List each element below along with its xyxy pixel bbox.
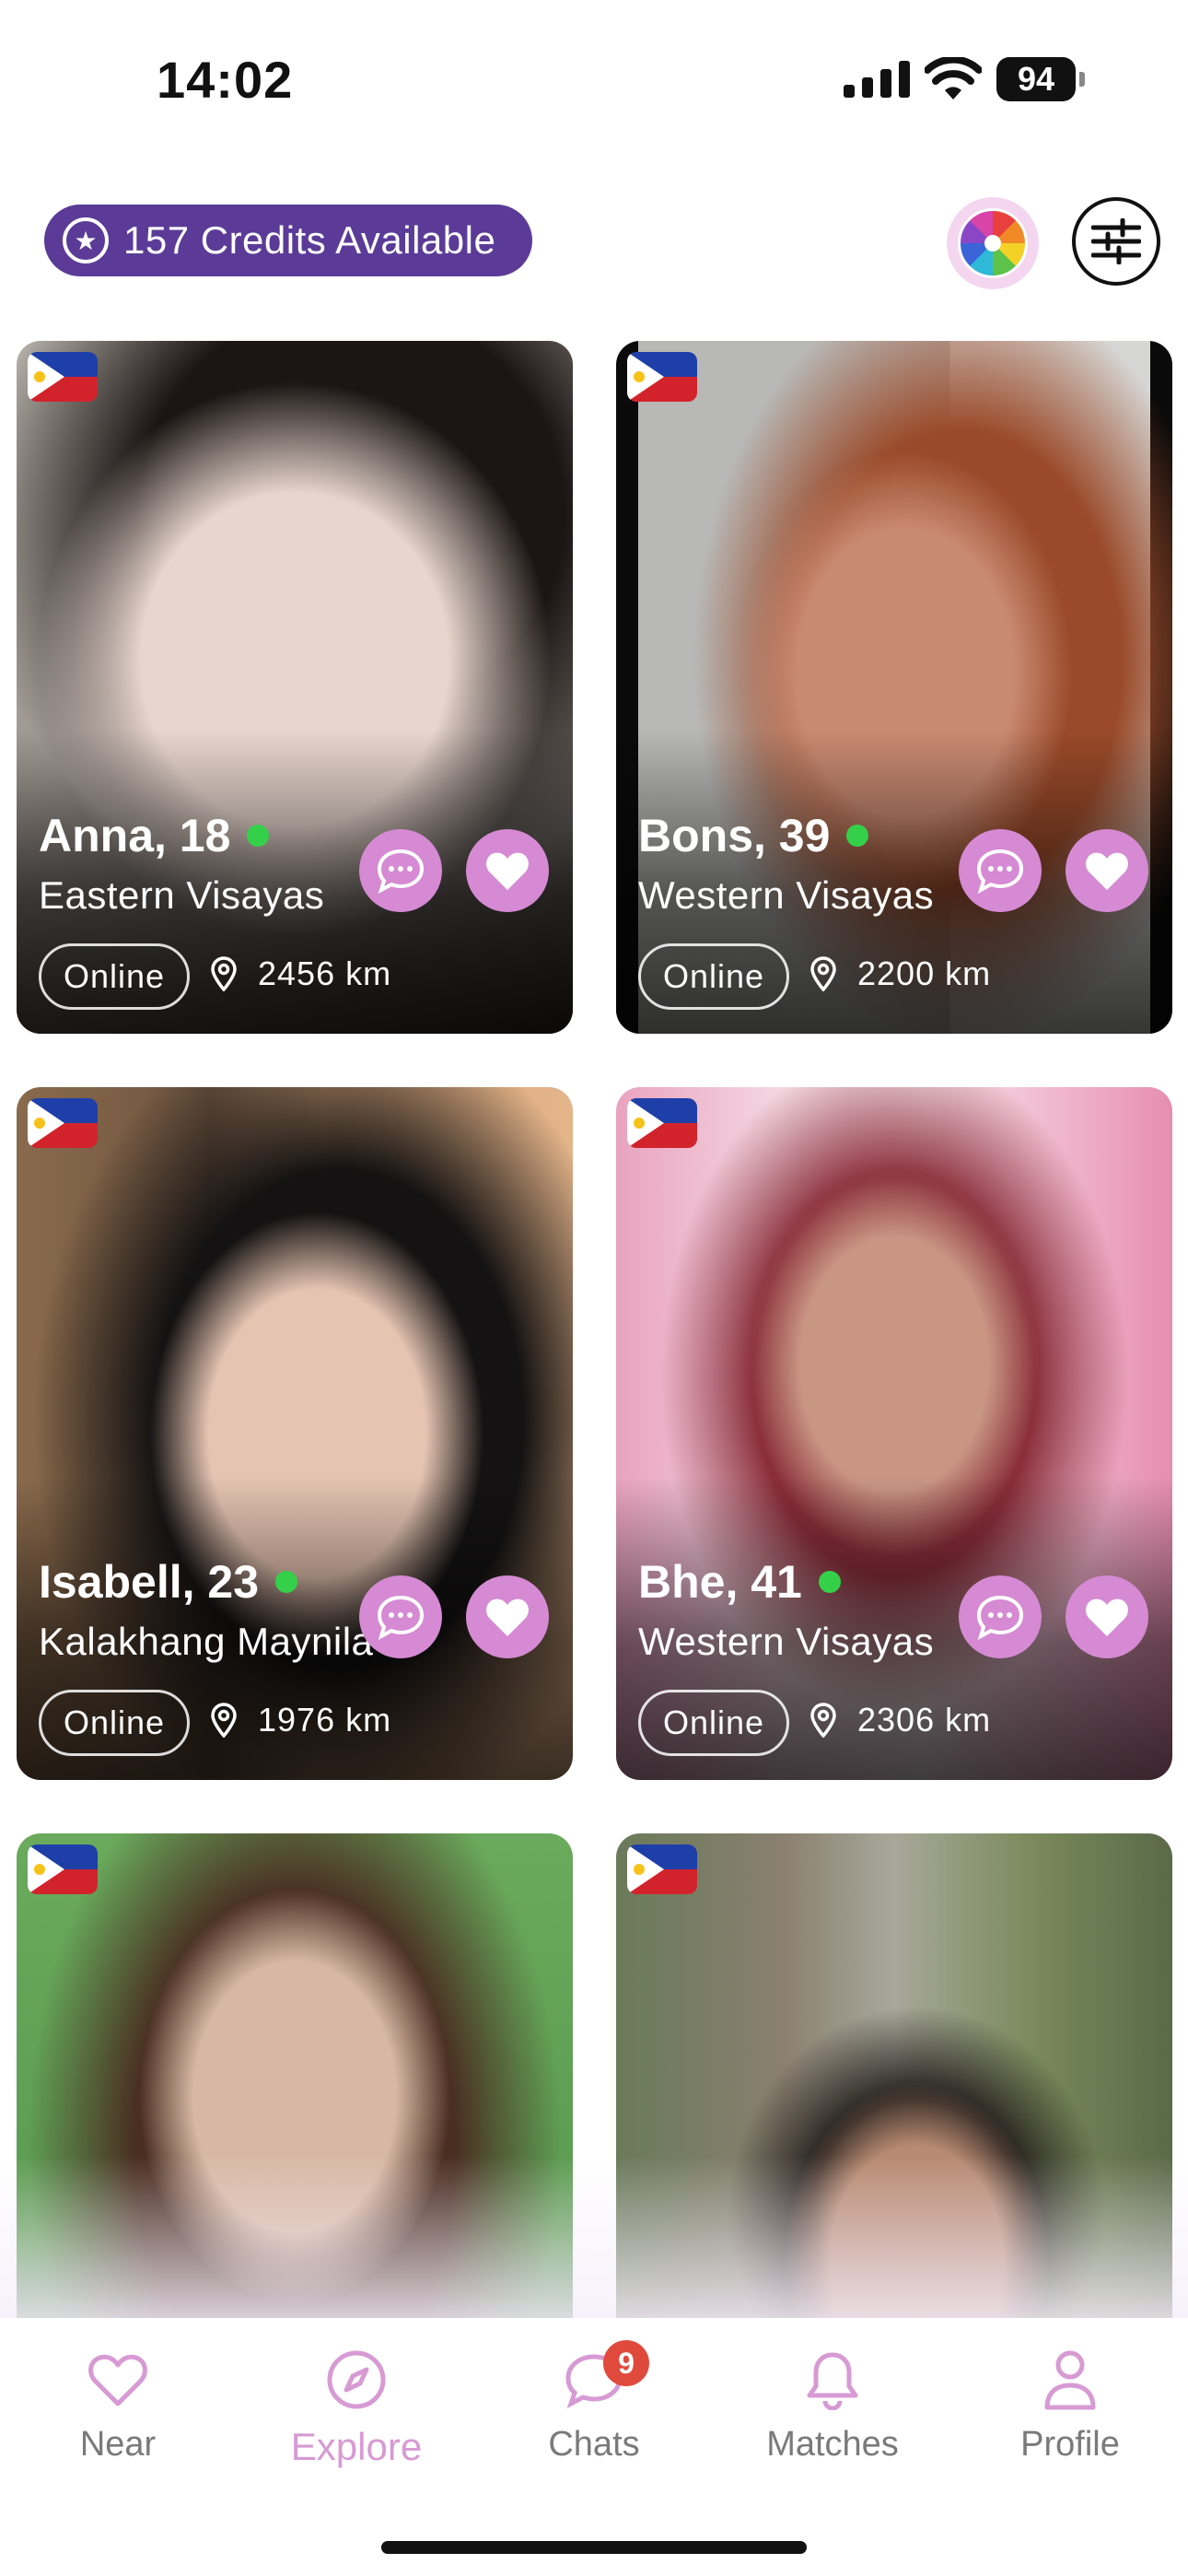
cellular-signal-icon [844, 61, 910, 98]
chat-button[interactable] [959, 1575, 1042, 1658]
sliders-icon [1091, 218, 1141, 264]
philippines-flag-icon [627, 352, 697, 402]
philippines-flag-icon [627, 1844, 697, 1894]
wifi-icon [925, 57, 982, 100]
profile-region: Western Visayas [638, 873, 935, 917]
battery-indicator: 94 [996, 57, 1085, 101]
compass-icon [327, 2350, 386, 2409]
online-status-badge: Online [638, 1690, 790, 1756]
profile-card[interactable]: Anna, 18 Eastern Visayas Online 2456 km [17, 341, 573, 1034]
distance-label: 2306 km [857, 1701, 992, 1739]
like-button[interactable] [1066, 829, 1148, 912]
tab-chats[interactable]: 9 Chats [493, 2340, 695, 2465]
online-dot [247, 825, 270, 847]
star-icon: ★ [63, 217, 109, 263]
online-status-badge: Online [638, 943, 790, 1010]
chat-button[interactable] [959, 829, 1042, 912]
philippines-flag-icon [28, 1844, 98, 1894]
philippines-flag-icon [28, 352, 98, 402]
unread-badge: 9 [603, 2340, 649, 2386]
like-button[interactable] [1066, 1575, 1148, 1658]
location-pin-icon [810, 1703, 836, 1738]
heart-icon [486, 852, 529, 890]
distance-label: 1976 km [258, 1701, 392, 1739]
philippines-flag-icon [28, 1098, 98, 1148]
spin-wheel-button[interactable] [947, 197, 1039, 289]
profile-card[interactable]: Bons, 39 Western Visayas Online 2200 km [616, 341, 1172, 1034]
tab-label: Chats [548, 2425, 640, 2464]
tab-label: Profile [1020, 2425, 1120, 2464]
bell-icon [807, 2352, 858, 2410]
chat-bubble-icon [377, 849, 425, 894]
location-pin-icon [810, 956, 836, 991]
chat-bubble-icon [976, 849, 1024, 894]
clock: 14:02 [157, 51, 294, 109]
philippines-flag-icon [627, 1098, 697, 1148]
heart-icon [486, 1598, 529, 1636]
profile-name-age: Isabell, 23 [39, 1556, 260, 1608]
home-indicator [381, 2541, 807, 2554]
status-bar: 14:02 94 [0, 0, 1188, 157]
color-wheel-icon [958, 208, 1028, 278]
like-button[interactable] [466, 829, 549, 912]
like-button[interactable] [466, 1575, 549, 1658]
profile-region: Kalakhang Maynila [39, 1620, 374, 1663]
chat-button[interactable] [359, 829, 442, 912]
location-pin-icon [211, 956, 237, 991]
tab-label: Near [79, 2425, 157, 2464]
tab-label: Explore [290, 2425, 423, 2468]
person-icon [1044, 2350, 1096, 2410]
profile-region: Eastern Visayas [39, 873, 325, 917]
filter-button[interactable] [1072, 197, 1160, 286]
tab-near[interactable]: Near [17, 2340, 219, 2465]
chat-button[interactable] [359, 1575, 442, 1658]
tab-explore[interactable]: Explore [255, 2340, 458, 2469]
heart-icon [88, 2354, 147, 2406]
online-dot [275, 1571, 298, 1593]
profile-name-age: Anna, 18 [39, 810, 231, 861]
online-status-badge: Online [39, 1690, 191, 1756]
online-dot [846, 825, 869, 847]
online-dot [818, 1571, 841, 1593]
credits-label: 157 Credits Available [123, 218, 496, 262]
tab-profile[interactable]: Profile [969, 2340, 1171, 2465]
distance-label: 2456 km [258, 954, 392, 992]
profile-name-age: Bons, 39 [638, 810, 831, 861]
chat-bubble-icon [377, 1595, 425, 1640]
chat-bubble-icon [976, 1595, 1024, 1640]
profile-region: Western Visayas [638, 1620, 935, 1663]
heart-icon [1086, 852, 1128, 890]
bottom-tab-bar: Near Explore 9 Chats Matches Profile [0, 2318, 1188, 2576]
profile-card[interactable]: Bhe, 41 Western Visayas Online 2306 km [616, 1087, 1172, 1780]
distance-label: 2200 km [857, 954, 992, 992]
online-status-badge: Online [39, 943, 191, 1010]
heart-icon [1086, 1598, 1128, 1636]
profile-card[interactable]: Isabell, 23 Kalakhang Maynila Online 197… [17, 1087, 573, 1780]
location-pin-icon [211, 1703, 237, 1738]
tab-label: Matches [766, 2425, 899, 2464]
tab-matches[interactable]: Matches [731, 2340, 934, 2465]
profile-name-age: Bhe, 41 [638, 1556, 802, 1608]
battery-level: 94 [996, 57, 1076, 101]
credits-button[interactable]: ★ 157 Credits Available [44, 205, 532, 276]
